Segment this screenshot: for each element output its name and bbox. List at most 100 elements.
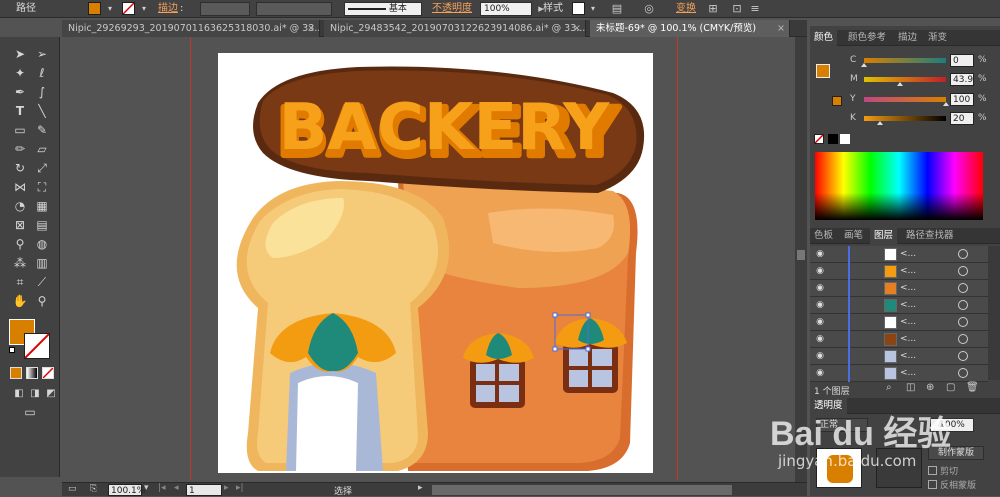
- recolor-artwork-icon[interactable]: ◎: [642, 2, 656, 16]
- white-swatch[interactable]: [840, 134, 850, 144]
- tab-layers[interactable]: 图层: [870, 228, 898, 244]
- slice-tool-icon[interactable]: ⟋: [33, 273, 51, 291]
- selection-tool-icon[interactable]: ➤: [11, 45, 29, 63]
- target-icon[interactable]: [958, 351, 968, 361]
- lock-toggle[interactable]: [832, 282, 844, 294]
- target-icon[interactable]: [958, 317, 968, 327]
- stroke-color-swatch[interactable]: [122, 2, 135, 15]
- perspective-grid-tool-icon[interactable]: ▦: [33, 197, 51, 215]
- stroke-profile-dropdown[interactable]: 基本: [344, 2, 422, 16]
- slider-thumb[interactable]: [897, 82, 904, 86]
- hand-tool-icon[interactable]: ✋: [11, 292, 29, 310]
- layer-row[interactable]: ◉ <...: [810, 314, 988, 331]
- graphic-style-swatch[interactable]: [572, 2, 585, 15]
- eye-icon[interactable]: ◉: [814, 248, 826, 260]
- color-mode-button[interactable]: [10, 367, 22, 379]
- chevron-down-icon[interactable]: ▾: [144, 483, 149, 493]
- screen-mode-icon[interactable]: ▭: [21, 403, 39, 421]
- scroll-thumb[interactable]: [797, 250, 805, 260]
- tab-brushes[interactable]: 画笔: [840, 228, 867, 244]
- black-swatch[interactable]: [828, 134, 838, 144]
- tab-document-3[interactable]: 未标题-69* @ 100.1% (CMYK/预览) ×: [590, 20, 790, 37]
- variable-width-dropdown[interactable]: [256, 2, 332, 16]
- layer-row[interactable]: ◉ <...: [810, 246, 988, 263]
- lock-toggle[interactable]: [832, 316, 844, 328]
- magenta-slider[interactable]: [864, 77, 946, 82]
- default-colors-icon[interactable]: [9, 347, 15, 353]
- lock-toggle[interactable]: [832, 265, 844, 277]
- magenta-input[interactable]: 43.93: [950, 73, 974, 86]
- direct-selection-tool-icon[interactable]: ➢: [33, 45, 51, 63]
- yellow-input[interactable]: 100: [950, 93, 974, 106]
- black-slider[interactable]: [864, 116, 946, 121]
- paintbrush-tool-icon[interactable]: ✎: [33, 121, 51, 139]
- magic-wand-tool-icon[interactable]: ✦: [11, 64, 29, 82]
- layer-row[interactable]: ◉ <...: [810, 297, 988, 314]
- zoom-level-input[interactable]: 100.1%: [108, 484, 145, 496]
- slider-thumb[interactable]: [943, 102, 949, 106]
- none-mode-button[interactable]: [42, 367, 54, 379]
- close-icon[interactable]: ×: [307, 20, 315, 37]
- target-icon[interactable]: [958, 334, 968, 344]
- lock-toggle[interactable]: [832, 333, 844, 345]
- eye-icon[interactable]: ◉: [814, 282, 826, 294]
- status-icon[interactable]: ▭: [68, 484, 77, 494]
- slider-thumb[interactable]: [877, 121, 884, 125]
- blend-tool-icon[interactable]: ◍: [33, 235, 51, 253]
- color-spectrum[interactable]: [815, 152, 983, 220]
- invert-mask-checkbox[interactable]: [928, 480, 937, 489]
- rectangle-tool-icon[interactable]: ▭: [11, 121, 29, 139]
- cyan-input[interactable]: 0: [950, 54, 974, 67]
- target-icon[interactable]: [958, 249, 968, 259]
- eye-icon[interactable]: ◉: [814, 367, 826, 379]
- zoom-tool-icon[interactable]: ⚲: [33, 292, 51, 310]
- line-tool-icon[interactable]: ╲: [33, 102, 51, 120]
- layer-row[interactable]: ◉ <...: [810, 365, 988, 382]
- eye-icon[interactable]: ◉: [814, 299, 826, 311]
- slider-thumb[interactable]: [861, 63, 867, 67]
- gradient-mode-button[interactable]: [26, 367, 38, 379]
- stroke-weight-stepper[interactable]: :: [180, 3, 183, 15]
- scale-tool-icon[interactable]: ⤢: [33, 159, 51, 177]
- layer-row[interactable]: ◉ <...: [810, 348, 988, 365]
- tab-swatches[interactable]: 色板: [810, 228, 837, 244]
- close-icon[interactable]: ×: [573, 20, 581, 37]
- align-icon[interactable]: ⊞: [706, 2, 720, 16]
- next-page-icon[interactable]: ▸: [224, 483, 229, 493]
- prev-page-icon[interactable]: ◂: [174, 483, 179, 493]
- lock-toggle[interactable]: [832, 350, 844, 362]
- artboard-tool-icon[interactable]: ⌗: [11, 273, 29, 291]
- draw-inside-icon[interactable]: ◩: [42, 385, 60, 403]
- layer-row[interactable]: ◉ <...: [810, 280, 988, 297]
- chevron-down-icon[interactable]: ▾: [586, 2, 600, 16]
- eye-icon[interactable]: ◉: [814, 265, 826, 277]
- chevron-down-icon[interactable]: ▾: [103, 2, 117, 16]
- target-icon[interactable]: [958, 266, 968, 276]
- layer-row[interactable]: ◉ <...: [810, 263, 988, 280]
- isolate-icon[interactable]: ⊡: [730, 2, 744, 16]
- target-icon[interactable]: [958, 368, 968, 378]
- target-icon[interactable]: [958, 300, 968, 310]
- layers-scrollbar[interactable]: [988, 246, 1000, 380]
- shape-builder-tool-icon[interactable]: ◔: [11, 197, 29, 215]
- bakery-illustration[interactable]: BACKERY BACKERY: [218, 53, 653, 473]
- gradient-tool-icon[interactable]: ▤: [33, 216, 51, 234]
- stroke-weight-dropdown[interactable]: [200, 2, 250, 16]
- first-page-icon[interactable]: |◂: [158, 483, 166, 493]
- export-icon[interactable]: ⎘: [90, 484, 97, 494]
- pencil-tool-icon[interactable]: ✏: [11, 140, 29, 158]
- tab-document-1[interactable]: Nipic_29269293_20190701163625318030.ai* …: [62, 20, 320, 37]
- symbol-sprayer-tool-icon[interactable]: ⁂: [11, 254, 29, 272]
- fill-color-swatch[interactable]: [88, 2, 101, 15]
- artboard[interactable]: BACKERY BACKERY: [218, 53, 653, 473]
- new-layer-icon[interactable]: ▢: [946, 382, 955, 393]
- lock-toggle[interactable]: [832, 248, 844, 260]
- eraser-tool-icon[interactable]: ▱: [33, 140, 51, 158]
- free-transform-tool-icon[interactable]: ⛶: [33, 178, 51, 196]
- column-graph-tool-icon[interactable]: ▥: [33, 254, 51, 272]
- document-setup-icon[interactable]: ▤: [610, 2, 624, 16]
- tab-gradient[interactable]: 渐变: [924, 30, 951, 46]
- eye-icon[interactable]: ◉: [814, 350, 826, 362]
- layer-row[interactable]: ◉ <...: [810, 331, 988, 348]
- cyan-slider[interactable]: [864, 58, 946, 63]
